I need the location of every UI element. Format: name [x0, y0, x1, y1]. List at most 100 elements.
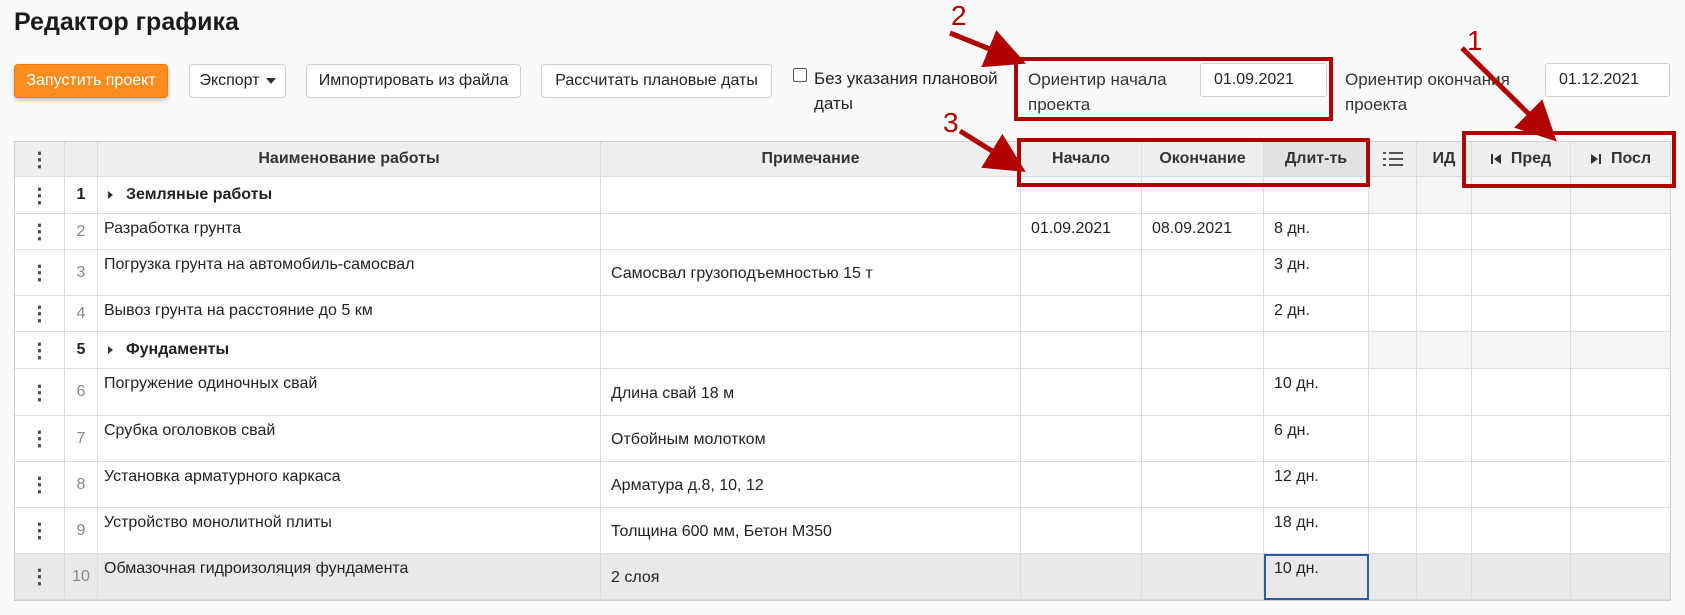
row-2-name[interactable]: Разработка грунта: [98, 214, 601, 250]
row-2-start[interactable]: 01.09.2021: [1021, 214, 1142, 250]
kebab-menu-icon[interactable]: ⋮: [30, 301, 50, 326]
row-4-name[interactable]: Вывоз грунта на расстояние до 5 км: [98, 296, 601, 332]
row-3-note[interactable]: Самосвал грузоподъемностью 15 т: [601, 250, 1021, 296]
row-7-name[interactable]: Срубка оголовков свай: [98, 416, 601, 462]
row-5-end[interactable]: [1142, 332, 1264, 369]
row-7-prev[interactable]: [1472, 416, 1571, 462]
expand-caret-icon[interactable]: [108, 346, 113, 354]
no-planned-date-checkbox[interactable]: [793, 68, 807, 82]
row-10-list[interactable]: [1369, 554, 1417, 600]
row-10-menu[interactable]: ⋮: [15, 554, 65, 600]
row-4-next[interactable]: [1571, 296, 1670, 332]
start-project-button[interactable]: Запустить проект: [14, 64, 168, 98]
row-6-list[interactable]: [1369, 369, 1417, 416]
row-8-prev[interactable]: [1472, 462, 1571, 508]
row-6-name[interactable]: Погружение одиночных свай: [98, 369, 601, 416]
row-4-menu[interactable]: ⋮: [15, 296, 65, 332]
row-2-dur[interactable]: 8 дн.: [1264, 214, 1369, 250]
kebab-menu-icon[interactable]: ⋮: [30, 380, 50, 405]
row-7-menu[interactable]: ⋮: [15, 416, 65, 462]
kebab-menu-icon[interactable]: ⋮: [30, 147, 50, 172]
row-3-next[interactable]: [1571, 250, 1670, 296]
row-5-note[interactable]: [601, 332, 1021, 369]
row-3-id[interactable]: [1417, 250, 1472, 296]
row-9-start[interactable]: [1021, 508, 1142, 554]
kebab-menu-icon[interactable]: ⋮: [30, 426, 50, 451]
row-10-end[interactable]: [1142, 554, 1264, 600]
row-8-list[interactable]: [1369, 462, 1417, 508]
row-7-next[interactable]: [1571, 416, 1670, 462]
row-7-note[interactable]: Отбойным молотком: [601, 416, 1021, 462]
row-7-id[interactable]: [1417, 416, 1472, 462]
row-6-next[interactable]: [1571, 369, 1670, 416]
row-8-menu[interactable]: ⋮: [15, 462, 65, 508]
row-10-dur[interactable]: 10 дн.: [1264, 554, 1369, 600]
calc-dates-button[interactable]: Рассчитать плановые даты: [541, 64, 772, 98]
row-3-start[interactable]: [1021, 250, 1142, 296]
header-note[interactable]: Примечание: [601, 142, 1021, 177]
row-10-note[interactable]: 2 слоя: [601, 554, 1021, 600]
row-9-dur[interactable]: 18 дн.: [1264, 508, 1369, 554]
row-6-start[interactable]: [1021, 369, 1142, 416]
row-9-prev[interactable]: [1472, 508, 1571, 554]
row-5-next[interactable]: [1571, 332, 1670, 369]
row-3-dur[interactable]: 3 дн.: [1264, 250, 1369, 296]
row-6-dur[interactable]: 10 дн.: [1264, 369, 1369, 416]
header-name[interactable]: Наименование работы: [98, 142, 601, 177]
header-menu[interactable]: ⋮: [15, 142, 65, 177]
row-7-dur[interactable]: 6 дн.: [1264, 416, 1369, 462]
row-4-dur[interactable]: 2 дн.: [1264, 296, 1369, 332]
row-6-id[interactable]: [1417, 369, 1472, 416]
row-10-id[interactable]: [1417, 554, 1472, 600]
expand-caret-icon[interactable]: [108, 191, 113, 199]
row-1-note[interactable]: [601, 177, 1021, 214]
row-5-menu[interactable]: ⋮: [15, 332, 65, 369]
row-8-name[interactable]: Установка арматурного каркаса: [98, 462, 601, 508]
row-10-next[interactable]: [1571, 554, 1670, 600]
row-9-note[interactable]: Толщина 600 мм, Бетон М350: [601, 508, 1021, 554]
row-8-dur[interactable]: 12 дн.: [1264, 462, 1369, 508]
row-1-list[interactable]: [1369, 177, 1417, 214]
row-10-name[interactable]: Обмазочная гидроизоляция фундамента: [98, 554, 601, 600]
row-2-list[interactable]: [1369, 214, 1417, 250]
row-5-id[interactable]: [1417, 332, 1472, 369]
kebab-menu-icon[interactable]: ⋮: [30, 472, 50, 497]
list-icon[interactable]: [1382, 151, 1403, 167]
row-6-note[interactable]: Длина свай 18 м: [601, 369, 1021, 416]
row-6-prev[interactable]: [1472, 369, 1571, 416]
row-8-note[interactable]: Арматура д.8, 10, 12: [601, 462, 1021, 508]
row-8-next[interactable]: [1571, 462, 1670, 508]
row-9-menu[interactable]: ⋮: [15, 508, 65, 554]
row-7-start[interactable]: [1021, 416, 1142, 462]
row-8-end[interactable]: [1142, 462, 1264, 508]
row-8-id[interactable]: [1417, 462, 1472, 508]
row-9-name[interactable]: Устройство монолитной плиты: [98, 508, 601, 554]
row-6-menu[interactable]: ⋮: [15, 369, 65, 416]
row-5-dur[interactable]: [1264, 332, 1369, 369]
row-2-end[interactable]: 08.09.2021: [1142, 214, 1264, 250]
row-4-prev[interactable]: [1472, 296, 1571, 332]
row-10-start[interactable]: [1021, 554, 1142, 600]
row-2-note[interactable]: [601, 214, 1021, 250]
row-4-list[interactable]: [1369, 296, 1417, 332]
row-2-id[interactable]: [1417, 214, 1472, 250]
row-5-prev[interactable]: [1472, 332, 1571, 369]
row-5-start[interactable]: [1021, 332, 1142, 369]
row-4-end[interactable]: [1142, 296, 1264, 332]
row-2-prev[interactable]: [1472, 214, 1571, 250]
row-9-id[interactable]: [1417, 508, 1472, 554]
row-9-list[interactable]: [1369, 508, 1417, 554]
row-4-note[interactable]: [601, 296, 1021, 332]
row-7-end[interactable]: [1142, 416, 1264, 462]
row-3-name[interactable]: Погрузка грунта на автомобиль-самосвал: [98, 250, 601, 296]
row-4-start[interactable]: [1021, 296, 1142, 332]
row-3-menu[interactable]: ⋮: [15, 250, 65, 296]
row-1-menu[interactable]: ⋮: [15, 177, 65, 214]
header-list[interactable]: [1369, 142, 1417, 177]
end-orient-input[interactable]: 01.12.2021: [1545, 63, 1670, 97]
row-3-list[interactable]: [1369, 250, 1417, 296]
import-file-button[interactable]: Импортировать из файла: [306, 64, 521, 98]
row-5-list[interactable]: [1369, 332, 1417, 369]
row-9-end[interactable]: [1142, 508, 1264, 554]
row-5-name[interactable]: Фундаменты: [98, 332, 601, 369]
